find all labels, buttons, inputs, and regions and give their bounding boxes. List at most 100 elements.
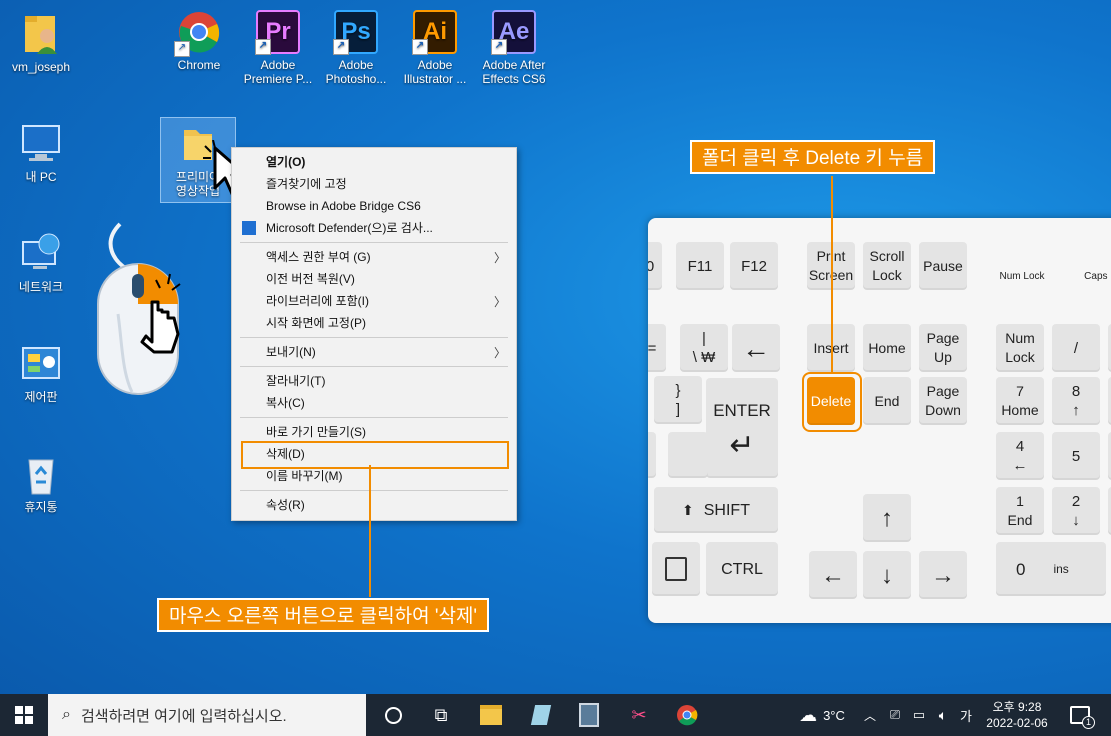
weather-widget[interactable]: ☁ 3°C (790, 694, 854, 736)
menu-item-properties[interactable]: 속성(R) (266, 495, 305, 515)
menu-separator (240, 366, 508, 367)
cortana-button[interactable] (370, 694, 416, 736)
keyboard-callout: 폴더 클릭 후 Delete 키 누름 (690, 140, 936, 174)
menu-item-send-to[interactable]: 보내기(N) (266, 342, 316, 362)
taskbar-snipping-tool[interactable]: ✂ (616, 694, 662, 736)
network-icon (19, 232, 63, 276)
notification-count: 1 (1082, 716, 1095, 729)
tray-network[interactable]: ▭ (908, 694, 930, 736)
key-bracket: } ] (654, 376, 702, 424)
notification-center-button[interactable]: 1 (1060, 694, 1100, 736)
key-equals: = (648, 324, 666, 372)
desktop-icon-user[interactable]: vm_joseph (3, 12, 79, 74)
menu-item-restore-versions[interactable]: 이전 버전 복원(V) (266, 269, 355, 289)
taskbar-file-explorer[interactable] (468, 694, 514, 736)
menu-item-cut[interactable]: 잘라내기(T) (266, 371, 325, 391)
desktop-icon-label: 제어판 (24, 390, 58, 404)
tray-clock[interactable]: 오후 9:28 2022-02-06 (978, 694, 1056, 736)
key-f10: 0 (648, 242, 662, 290)
camera-icon: ⎚ (889, 707, 901, 722)
desktop-icon-this-pc[interactable]: 내 PC (3, 122, 79, 184)
snipping-tool-icon: ✂ (631, 704, 647, 725)
caps-lock-indicator: Caps L (1084, 270, 1111, 282)
menu-item-copy[interactable]: 복사(C) (266, 393, 305, 413)
control-panel-icon (19, 342, 63, 386)
submenu-chevron-icon: 〉 (493, 251, 506, 265)
tray-meet-now[interactable]: ⎚ (884, 694, 906, 736)
mouse-callout: 마우스 오른쪽 버튼으로 클릭하여 '삭제' (157, 598, 490, 632)
key-num1: 1 End (996, 487, 1044, 535)
menu-item-browse-bridge[interactable]: Browse in Adobe Bridge CS6 (266, 196, 421, 216)
desktop-icon-premiere[interactable]: Pr ↗ Adobe Premiere P... (240, 10, 316, 86)
clock-time: 오후 9:28 (992, 700, 1042, 714)
key-scroll-lock: Scroll Lock (863, 242, 911, 290)
menu-item-include-library[interactable]: 라이브러리에 포함(I) (266, 291, 369, 311)
desktop-icon-label: Adobe Illustrator ... (403, 58, 467, 86)
num0-ins-label: ins (1053, 561, 1069, 576)
photoshop-glyph: Ps (341, 18, 371, 45)
menu-item-give-access[interactable]: 액세스 권한 부여 (G) (266, 247, 371, 267)
menu-item-open[interactable]: 열기(O) (266, 152, 305, 172)
cloud-icon: ☁ (799, 704, 818, 725)
tray-volume[interactable]: 🔈︎ (932, 694, 954, 736)
menu-item-pin-quick-access[interactable]: 즐겨찾기에 고정 (266, 174, 347, 194)
illustrator-glyph: Ai (423, 18, 447, 45)
key-pause: Pause (919, 242, 967, 290)
desktop-icon-label: Adobe Photosho... (325, 58, 387, 86)
menu-separator (240, 337, 508, 338)
desktop-icon-recycle-bin[interactable]: 휴지통 (3, 452, 79, 514)
menu-item-create-shortcut[interactable]: 바로 가기 만들기(S) (266, 422, 366, 442)
chrome-icon (677, 705, 698, 726)
start-button[interactable] (0, 694, 48, 736)
recycle-bin-icon (19, 452, 63, 496)
menu-item-pin-start[interactable]: 시작 화면에 고정(P) (266, 313, 366, 333)
desktop-icon-photoshop[interactable]: Ps ↗ Adobe Photosho... (318, 10, 394, 86)
key-enter-left (668, 432, 708, 478)
desktop-icon-label: Adobe Premiere P... (243, 58, 313, 86)
key-partial-left (648, 432, 656, 478)
menu-key-icon (665, 557, 687, 581)
this-pc-icon (19, 122, 63, 166)
taskbar-chrome[interactable] (664, 694, 710, 736)
key-num8: 8 ↑ (1052, 377, 1100, 425)
shortcut-arrow-icon: ↗ (255, 39, 271, 55)
desktop-icon-label: 휴지통 (24, 500, 58, 514)
key-right: → (919, 551, 967, 599)
desktop-icon-label: vm_joseph (11, 60, 71, 74)
tray-ime[interactable]: 가 (956, 694, 976, 736)
key-page-up: Page Up (919, 324, 967, 372)
delete-highlight-box (241, 441, 509, 469)
tray-overflow-button[interactable]: ︿ (860, 694, 880, 736)
windows-logo-icon (15, 706, 33, 724)
key-down: ↓ (863, 551, 911, 599)
ime-indicator: 가 (960, 708, 972, 724)
after-effects-icon: Ae ↗ (491, 10, 536, 55)
photoshop-icon: Ps ↗ (333, 10, 378, 55)
speaker-icon: 🔈︎ (938, 706, 948, 723)
taskbar-calculator[interactable] (566, 694, 612, 736)
desktop-icon-network[interactable]: 네트워크 (3, 232, 79, 294)
task-view-button[interactable]: ⧉ (418, 694, 464, 736)
shortcut-arrow-icon: ↗ (333, 39, 349, 55)
desktop-icon-label: 내 PC (25, 170, 57, 184)
enter-label: ENTER (713, 401, 771, 420)
chrome-icon: ↗ (174, 10, 221, 57)
calculator-icon (579, 703, 599, 727)
key-page-down: Page Down (919, 377, 967, 425)
desktop-icon-control-panel[interactable]: 제어판 (3, 342, 79, 404)
desktop-icon-label: Chrome (177, 58, 221, 72)
desktop-icon-illustrator[interactable]: Ai ↗ Adobe Illustrator ... (397, 10, 473, 86)
taskbar-search-box[interactable]: ⌕ 검색하려면 여기에 입력하십시오. (48, 694, 366, 736)
num-lock-indicator: Num Lock (999, 270, 1045, 282)
menu-separator (240, 417, 508, 418)
desktop-icon-chrome[interactable]: ↗ Chrome (161, 10, 237, 72)
desktop-icon-after-effects[interactable]: Ae ↗ Adobe After Effects CS6 (476, 10, 552, 86)
clock-date: 2022-02-06 (986, 716, 1048, 730)
key-up: ↑ (863, 494, 911, 542)
menu-item-rename[interactable]: 이름 바꾸기(M) (266, 466, 343, 486)
key-ctrl: CTRL (706, 542, 778, 596)
taskbar-app-notes[interactable] (518, 694, 564, 736)
menu-item-defender-scan[interactable]: Microsoft Defender(으)로 검사... (266, 218, 433, 238)
taskbar: ⌕ 검색하려면 여기에 입력하십시오. ⧉ ✂ ☁ 3°C ︿ ⎚ ▭ 🔈︎ 가… (0, 694, 1111, 736)
shift-label: SHIFT (703, 501, 750, 519)
